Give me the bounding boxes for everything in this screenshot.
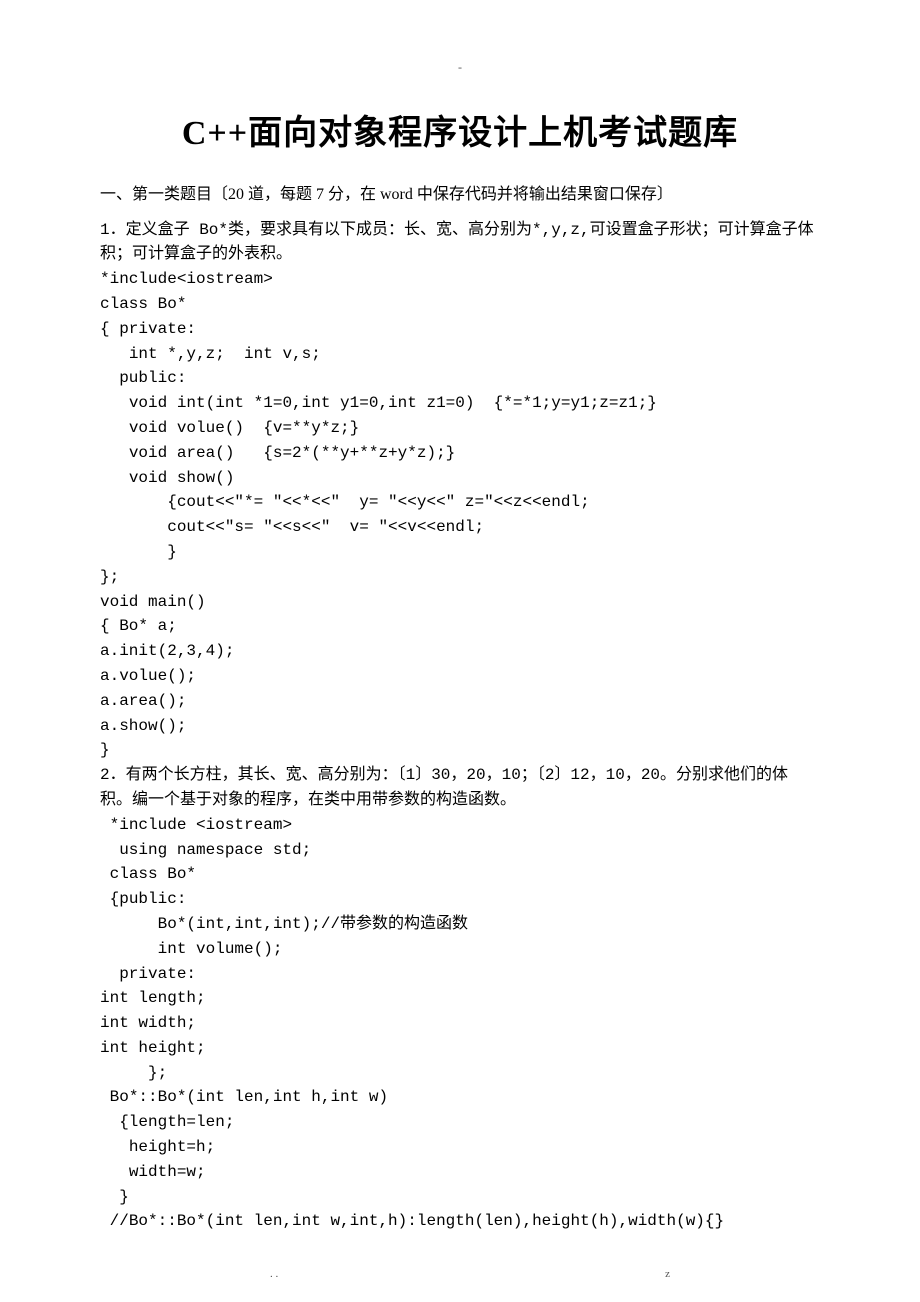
footer-left: . .: [270, 1268, 278, 1280]
question-1-intro: 1．定义盒子 Bo*类，要求具有以下成员：长、宽、高分别为*,y,z,可设置盒子…: [100, 218, 820, 268]
section-header: 一、第一类题目〔20 道，每题 7 分，在 word 中保存代码并将输出结果窗口…: [100, 182, 820, 208]
question-2-intro: 2．有两个长方柱，其长、宽、高分别为：〔1〕30，20，10；〔2〕12，10，…: [100, 763, 820, 813]
header-mark: -: [100, 60, 820, 75]
footer-right: z: [665, 1268, 670, 1280]
question-2-code: *include <iostream> using namespace std;…: [100, 813, 820, 1235]
document-title: C++面向对象程序设计上机考试题库: [100, 105, 820, 154]
question-1-code: *include<iostream> class Bo* { private: …: [100, 267, 820, 763]
document-page: - C++面向对象程序设计上机考试题库 一、第一类题目〔20 道，每题 7 分，…: [0, 0, 920, 1302]
